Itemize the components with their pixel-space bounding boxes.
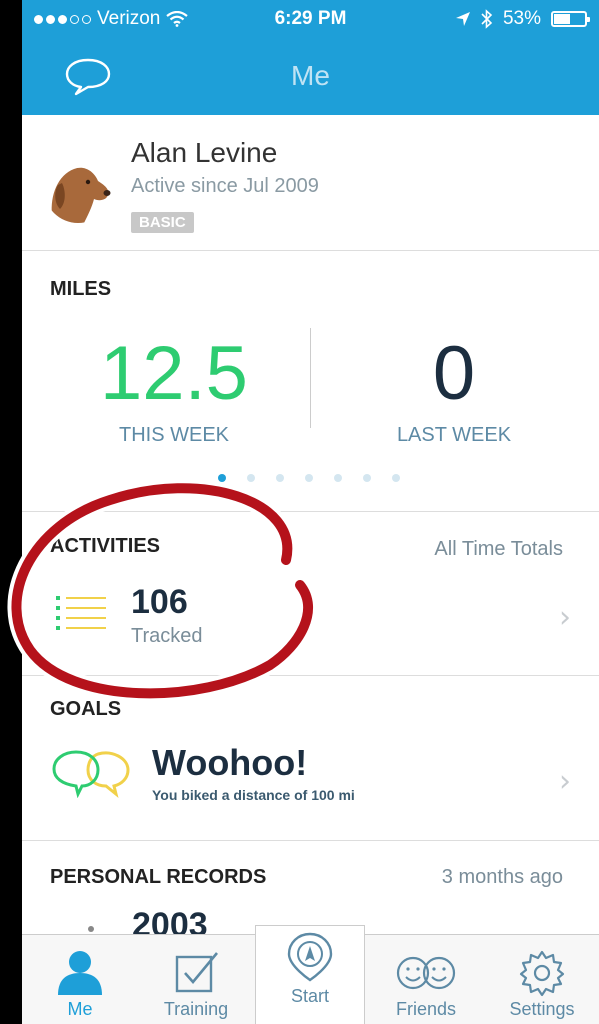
goal-title: Woohoo! xyxy=(152,742,308,783)
checkbox-icon xyxy=(175,952,219,993)
tab-training[interactable]: Training xyxy=(141,935,251,1024)
this-week-label: THIS WEEK xyxy=(118,424,229,446)
goal-subtitle: You biked a distance of 100 mi xyxy=(152,787,355,803)
tab-label: Friends xyxy=(395,999,457,1019)
status-bar: Verizon 6:29 PM 53% xyxy=(22,0,599,38)
tab-label: Me xyxy=(67,999,93,1019)
tab-label: Start xyxy=(290,986,329,1006)
person-icon xyxy=(58,951,102,995)
location-arrow-icon xyxy=(455,12,470,26)
battery-icon xyxy=(551,11,590,27)
user-name: Alan Levine xyxy=(131,137,278,168)
gear-icon xyxy=(519,950,565,997)
bluetooth-icon xyxy=(481,9,493,29)
tab-me[interactable]: Me xyxy=(25,935,135,1024)
chevron-right-icon: › xyxy=(559,764,571,799)
page-dot[interactable] xyxy=(334,474,342,482)
goal-speech-bubbles-icon xyxy=(52,750,130,798)
chevron-right-icon: › xyxy=(559,600,571,635)
this-week-miles: 12.5 xyxy=(100,331,248,416)
tab-label: Settings xyxy=(509,999,575,1019)
page-dot[interactable] xyxy=(218,474,226,482)
divider xyxy=(22,511,599,512)
page-dot[interactable] xyxy=(305,474,313,482)
personal-records-heading: PERSONAL RECORDS xyxy=(50,866,267,888)
status-right: 53% xyxy=(455,8,590,30)
nav-bar: Me xyxy=(22,38,599,115)
divider xyxy=(22,840,599,841)
active-since: Active since Jul 2009 xyxy=(131,175,319,197)
page-indicator[interactable] xyxy=(218,474,400,482)
all-time-totals-label: All Time Totals xyxy=(434,538,563,560)
activities-count-label: Tracked xyxy=(131,625,203,647)
tab-label: Training xyxy=(163,999,229,1019)
divider xyxy=(22,675,599,676)
tab-start[interactable]: Start xyxy=(255,925,365,1024)
personal-records-date: 3 months ago xyxy=(441,866,563,888)
page-dot[interactable] xyxy=(363,474,371,482)
tab-friends[interactable]: Friends xyxy=(371,935,481,1024)
page-dot[interactable] xyxy=(276,474,284,482)
miles-heading: MILES xyxy=(50,278,112,300)
page-title: Me xyxy=(291,60,330,91)
goals-heading: GOALS xyxy=(50,698,122,720)
battery-fill xyxy=(554,14,570,24)
activities-count: 106 xyxy=(131,583,188,621)
activity-list-icon xyxy=(56,596,106,630)
tab-settings[interactable]: Settings xyxy=(487,935,597,1024)
record-bullet xyxy=(88,926,94,932)
last-week-miles: 0 xyxy=(432,331,476,416)
membership-badge: BASIC xyxy=(131,212,194,233)
phone-screen: Verizon 6:29 PM 53% Me Alan Levine Activ… xyxy=(22,0,599,1024)
activities-heading: ACTIVITIES xyxy=(50,535,161,557)
tab-bar: Me Training Start Friends Settings xyxy=(22,925,599,1024)
smiley-faces-icon xyxy=(396,956,456,990)
profile-header[interactable]: Alan Levine Active since Jul 2009 BASIC xyxy=(22,115,599,251)
page-dot[interactable] xyxy=(247,474,255,482)
last-week-label: LAST WEEK xyxy=(396,424,512,446)
avatar xyxy=(44,155,112,223)
miles-divider xyxy=(310,328,311,428)
battery-percent: 53% xyxy=(502,8,541,29)
location-pin-icon xyxy=(287,932,333,982)
page-dot[interactable] xyxy=(392,474,400,482)
